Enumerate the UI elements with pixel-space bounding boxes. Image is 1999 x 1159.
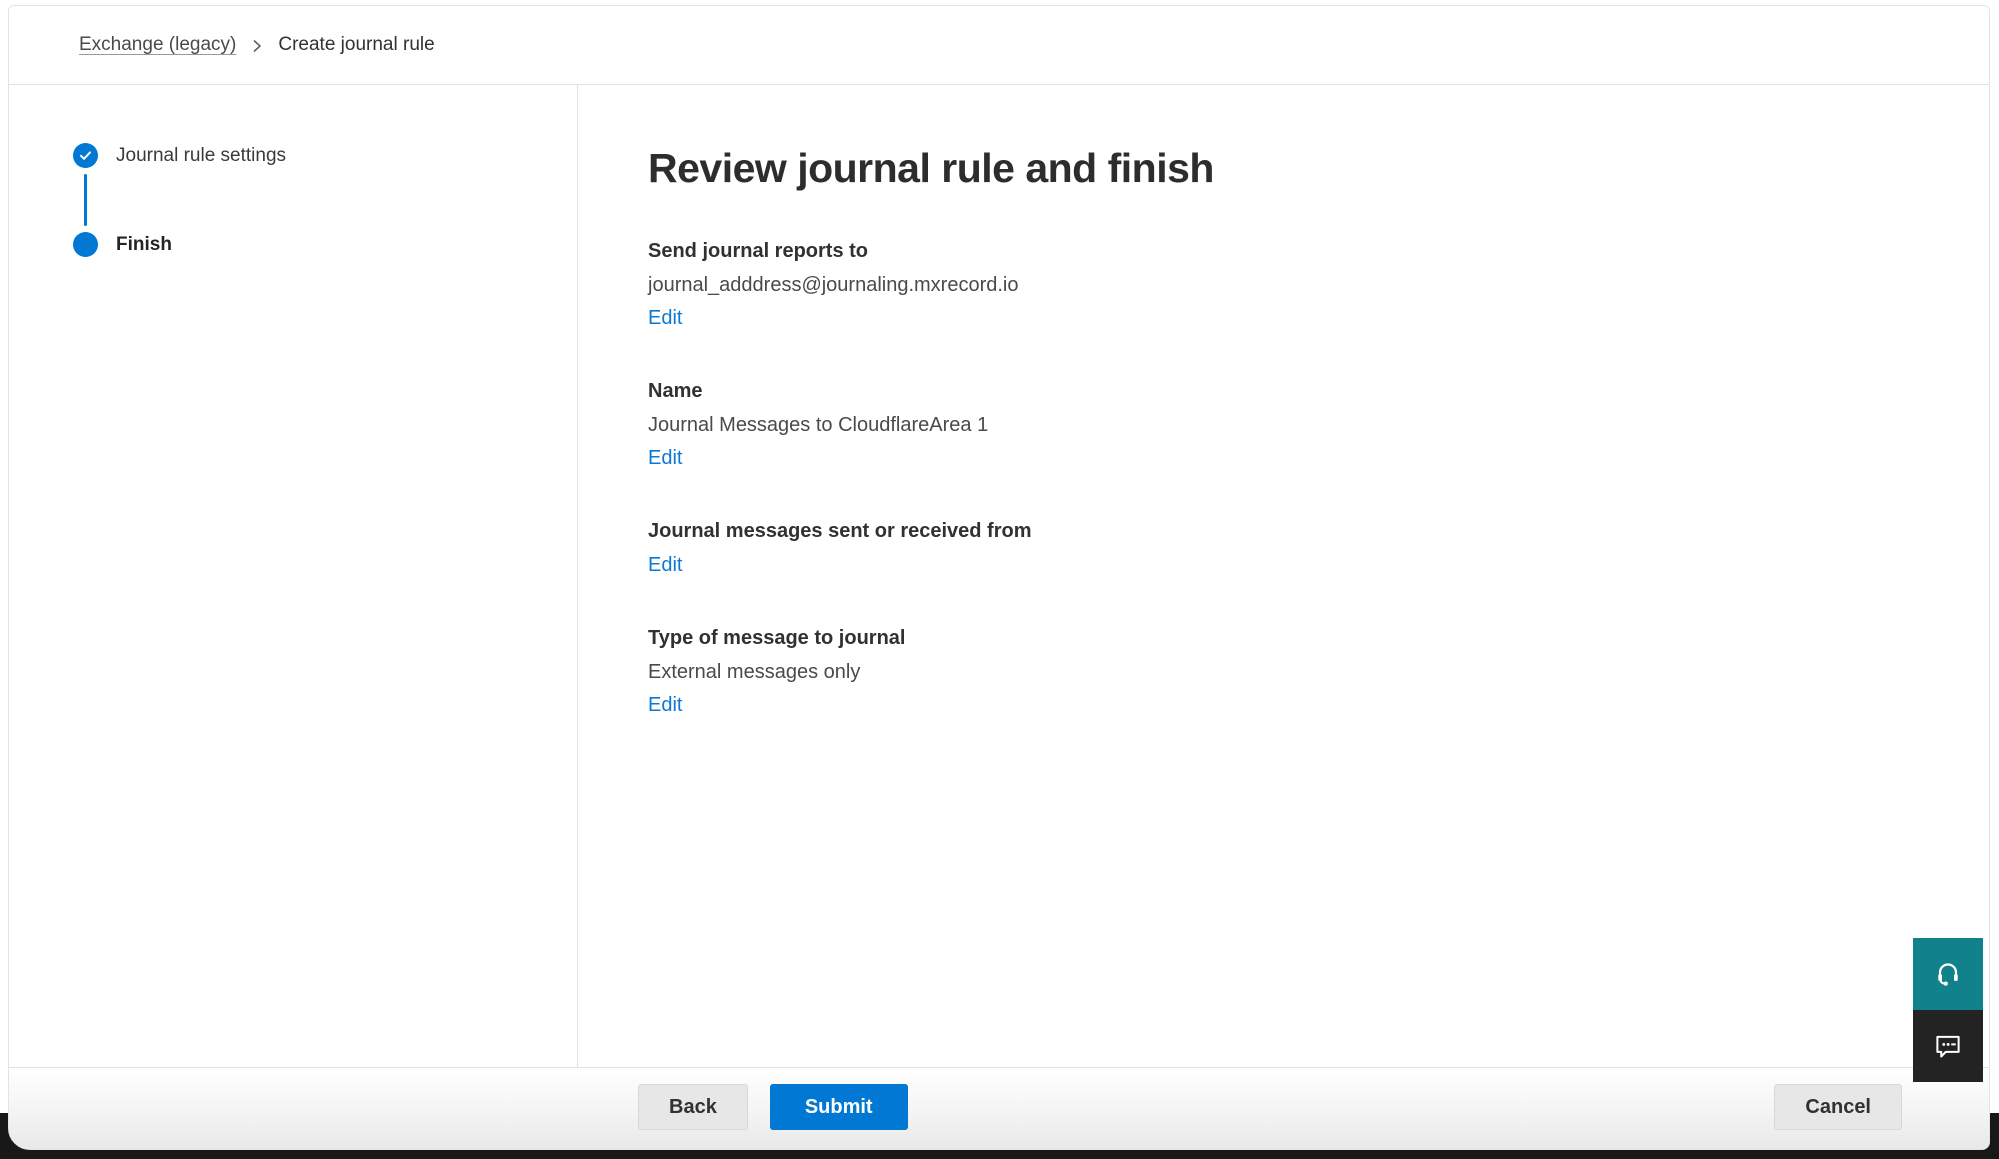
footer-button-group: Back Submit bbox=[638, 1084, 908, 1130]
back-button[interactable]: Back bbox=[638, 1084, 748, 1130]
wizard-step-label: Finish bbox=[116, 234, 172, 256]
step-connector bbox=[84, 174, 87, 226]
edit-send-journal-reports-link[interactable]: Edit bbox=[648, 305, 682, 332]
app-window: Exchange (legacy) Create journal rule bbox=[8, 5, 1990, 1150]
section-label: Type of message to journal bbox=[648, 625, 1989, 652]
section-label: Name bbox=[648, 378, 1989, 405]
breadcrumb: Exchange (legacy) Create journal rule bbox=[79, 34, 435, 56]
review-section-send-journal-reports-to: Send journal reports to journal_adddress… bbox=[648, 238, 1989, 332]
section-value: External messages only bbox=[648, 659, 1989, 686]
edit-name-link[interactable]: Edit bbox=[648, 445, 682, 472]
section-value: Journal Messages to CloudflareArea 1 bbox=[648, 412, 1989, 439]
content-area: Journal rule settings Finish Review jour… bbox=[9, 85, 1989, 1067]
section-label: Journal messages sent or received from bbox=[648, 518, 1989, 545]
review-section-journal-messages-from: Journal messages sent or received from E… bbox=[648, 518, 1989, 579]
headset-icon bbox=[1933, 958, 1963, 991]
cancel-button[interactable]: Cancel bbox=[1774, 1084, 1902, 1130]
screen: Exchange (legacy) Create journal rule bbox=[0, 0, 1999, 1159]
page-title: Review journal rule and finish bbox=[648, 145, 1989, 192]
feedback-button[interactable] bbox=[1913, 1010, 1983, 1082]
section-value: journal_adddress@journaling.mxrecord.io bbox=[648, 272, 1989, 299]
edit-journal-messages-link[interactable]: Edit bbox=[648, 552, 682, 579]
breadcrumb-create-journal-rule: Create journal rule bbox=[278, 34, 434, 56]
wizard-steps-pane: Journal rule settings Finish bbox=[9, 85, 578, 1067]
floating-side-buttons bbox=[1913, 938, 1983, 1082]
submit-button[interactable]: Submit bbox=[770, 1084, 908, 1130]
breadcrumb-bar: Exchange (legacy) Create journal rule bbox=[9, 6, 1989, 85]
review-section-type-of-message: Type of message to journal External mess… bbox=[648, 625, 1989, 719]
chat-icon bbox=[1933, 1030, 1963, 1063]
help-button[interactable] bbox=[1913, 938, 1983, 1010]
review-section-name: Name Journal Messages to CloudflareArea … bbox=[648, 378, 1989, 472]
current-step-dot bbox=[73, 232, 98, 257]
chevron-right-icon bbox=[250, 36, 264, 54]
wizard-step-journal-rule-settings[interactable]: Journal rule settings bbox=[73, 143, 577, 168]
wizard-step-label: Journal rule settings bbox=[116, 145, 286, 167]
section-label: Send journal reports to bbox=[648, 238, 1989, 265]
review-pane: Review journal rule and finish Send jour… bbox=[578, 85, 1989, 1067]
edit-type-of-message-link[interactable]: Edit bbox=[648, 692, 682, 719]
wizard-step-finish[interactable]: Finish bbox=[73, 232, 577, 257]
breadcrumb-exchange-legacy[interactable]: Exchange (legacy) bbox=[79, 34, 236, 56]
check-icon bbox=[73, 143, 98, 168]
footer-action-bar: Back Submit Cancel bbox=[9, 1067, 1989, 1149]
